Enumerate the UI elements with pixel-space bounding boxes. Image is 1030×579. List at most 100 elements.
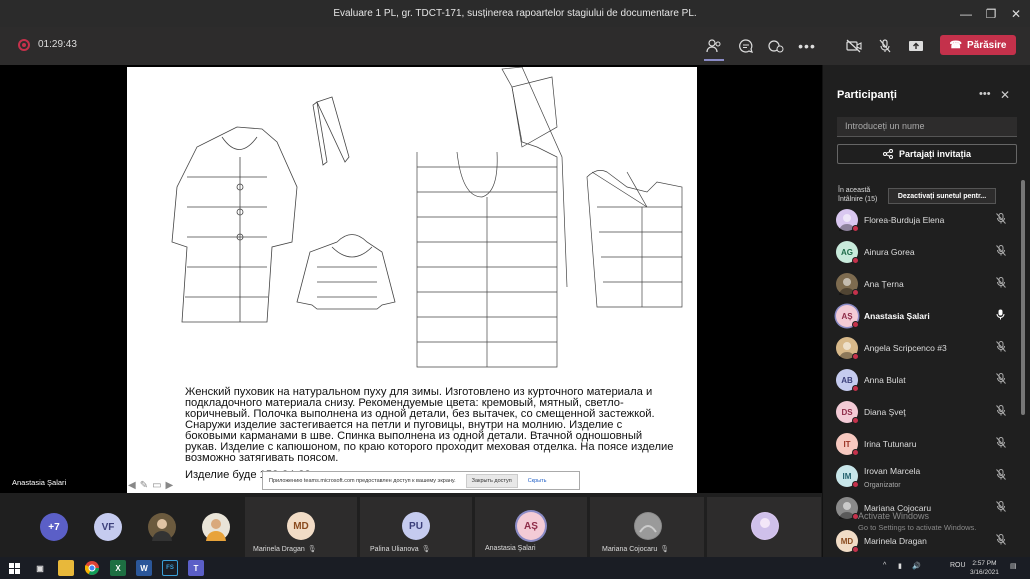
phone-hangup-icon: ☎ <box>949 39 962 51</box>
participant-name: Marinela Dragan <box>864 536 927 546</box>
mic-off-icon[interactable] <box>996 469 1006 482</box>
mic-off-icon[interactable] <box>996 437 1006 450</box>
participant-name: Diana Şveţ <box>864 407 906 417</box>
call-timer: 01:29:43 <box>38 39 77 50</box>
participant-row[interactable]: AȘ Anastasia Șalari <box>836 305 1011 335</box>
avatar-initials: AG <box>841 247 853 257</box>
pattern-drawing <box>416 67 568 368</box>
mic-off-icon[interactable] <box>996 213 1006 226</box>
share-invite-button[interactable]: Partajați invitația <box>837 144 1017 164</box>
tile-name-text: Mariana Cojocaru <box>602 546 658 553</box>
close-window-button[interactable]: ✕ <box>1002 0 1030 27</box>
tray-avatar-vf[interactable]: VF <box>94 513 122 541</box>
slide-prev-icon[interactable]: ◀ <box>128 480 136 491</box>
participant-row[interactable]: AB Anna Bulat <box>836 369 1011 399</box>
tile-name: Marinela Dragan 🎙 <box>253 545 317 553</box>
avatar-initials: DS <box>841 407 853 417</box>
participant-row[interactable]: MD Marinela Dragan <box>836 530 1011 560</box>
share-icon <box>909 41 923 51</box>
minimize-button[interactable]: — <box>952 0 980 27</box>
hide-notice-link[interactable]: Скрыть <box>528 478 547 484</box>
mic-off-icon: 🎙 <box>660 546 670 553</box>
sleeve-pattern-drawing <box>586 170 683 308</box>
word-icon[interactable]: W <box>136 560 152 576</box>
avatar-initials: VF <box>101 521 115 533</box>
chat-button[interactable] <box>734 34 758 58</box>
mic-off-icon[interactable] <box>996 341 1006 354</box>
panel-more-icon[interactable]: ••• <box>979 88 991 100</box>
windows-start-icon[interactable] <box>6 560 22 576</box>
overflow-participants-button[interactable]: +7 <box>40 513 68 541</box>
presence-status-icon <box>852 546 859 553</box>
minimize-icon: — <box>960 6 972 21</box>
mic-off-icon[interactable] <box>996 405 1006 418</box>
mic-on-icon[interactable] <box>996 309 1005 322</box>
teams-icon[interactable]: T <box>188 560 204 576</box>
mic-off-icon[interactable] <box>996 534 1006 547</box>
tray-avatar-photo-2[interactable] <box>202 513 230 541</box>
call-controls-bar: 01:29:43 ••• <box>0 27 1030 65</box>
participant-row[interactable]: IT Irina Tutunaru <box>836 433 1011 463</box>
mic-toggle-button[interactable] <box>873 34 897 58</box>
participant-name: Irina Tutunaru <box>864 439 917 449</box>
volume-icon[interactable]: 🔊 <box>912 562 921 570</box>
chrome-icon[interactable] <box>84 560 100 576</box>
mute-all-button[interactable]: Dezactivați sunetul pentr... <box>888 188 996 204</box>
person-photo-icon <box>752 513 778 539</box>
stop-sharing-button[interactable]: Закрыть доступ <box>465 473 518 488</box>
reactions-icon <box>768 40 784 53</box>
camera-off-icon <box>846 39 862 53</box>
mic-off-icon: 🎙 <box>307 546 317 553</box>
tile-avatar: PU <box>402 512 430 540</box>
mic-off-icon[interactable] <box>996 373 1006 386</box>
slide-bottom-text: Изделие буде <box>185 469 257 481</box>
slide-menu-icon[interactable]: ▭ <box>152 480 161 491</box>
participant-row[interactable]: DS Diana Şveţ <box>836 401 1011 431</box>
mic-off-icon[interactable] <box>996 501 1006 514</box>
slide-next-icon[interactable]: ▶ <box>166 480 174 491</box>
watermark-title: Activate Windows <box>858 511 930 521</box>
file-explorer-icon[interactable] <box>58 560 74 576</box>
slide-controls: ◀ ✎ ▭ ▶ <box>128 480 173 491</box>
person-photo-icon <box>635 513 661 539</box>
panel-close-icon[interactable]: ✕ <box>1000 88 1010 102</box>
panel-scrollbar[interactable] <box>1021 180 1025 415</box>
participant-row[interactable]: AG Ainura Gorea <box>836 241 1011 271</box>
notification-chevron-icon[interactable]: ^ <box>883 562 886 569</box>
avatar-initials: AȘ <box>524 520 538 532</box>
mic-off-icon[interactable] <box>996 245 1006 258</box>
presenter-name: Anastasia Şalari <box>12 478 67 487</box>
presence-status-icon <box>852 321 859 328</box>
participant-row[interactable]: Florea-Burduja Elena <box>836 209 1011 239</box>
participants-button[interactable] <box>702 34 726 61</box>
fs-app-icon[interactable]: FS <box>162 560 178 576</box>
share-screen-button[interactable] <box>904 34 928 58</box>
recording-icon <box>18 39 30 51</box>
more-icon: ••• <box>798 38 816 54</box>
chat-icon <box>739 39 753 53</box>
pen-icon[interactable]: ✎ <box>140 480 148 491</box>
maximize-button[interactable]: ❐ <box>977 0 1005 27</box>
window-title: Evaluare 1 PL, gr. TDCT-171, susținerea … <box>333 8 697 19</box>
more-actions-button[interactable]: ••• <box>795 34 819 58</box>
leave-button[interactable]: ☎ Părăsire <box>940 35 1016 55</box>
tile-name: Anastasia Şalari <box>485 545 536 552</box>
in-meeting-section-toggle[interactable]: În această întâlnire (15) <box>838 186 886 204</box>
action-center-icon[interactable]: ▤ <box>1010 562 1017 570</box>
network-icon[interactable]: ▮ <box>898 562 902 570</box>
reactions-button[interactable] <box>764 34 788 58</box>
task-view-icon[interactable]: ▣ <box>32 560 48 576</box>
participant-row[interactable]: Angela Scripcenco #3 <box>836 337 1011 367</box>
presence-status-icon <box>852 481 859 488</box>
mic-off-icon[interactable] <box>996 277 1006 290</box>
taskbar-clock[interactable]: 2:57 PM 3/16/2021 <box>970 559 999 577</box>
participant-row[interactable]: IM Irovan Marcela Organizator <box>836 465 1011 495</box>
camera-toggle-button[interactable] <box>842 34 866 58</box>
tray-avatar-photo-1[interactable] <box>148 513 176 541</box>
language-indicator[interactable]: ROU <box>950 562 966 569</box>
participant-row[interactable]: Ana Țerna <box>836 273 1011 303</box>
excel-icon[interactable]: X <box>110 560 126 576</box>
tile-name-text: Anastasia Şalari <box>485 545 536 552</box>
avatar-initials: AB <box>841 375 853 385</box>
participant-search-input[interactable]: Introduceți un nume <box>837 117 1017 137</box>
